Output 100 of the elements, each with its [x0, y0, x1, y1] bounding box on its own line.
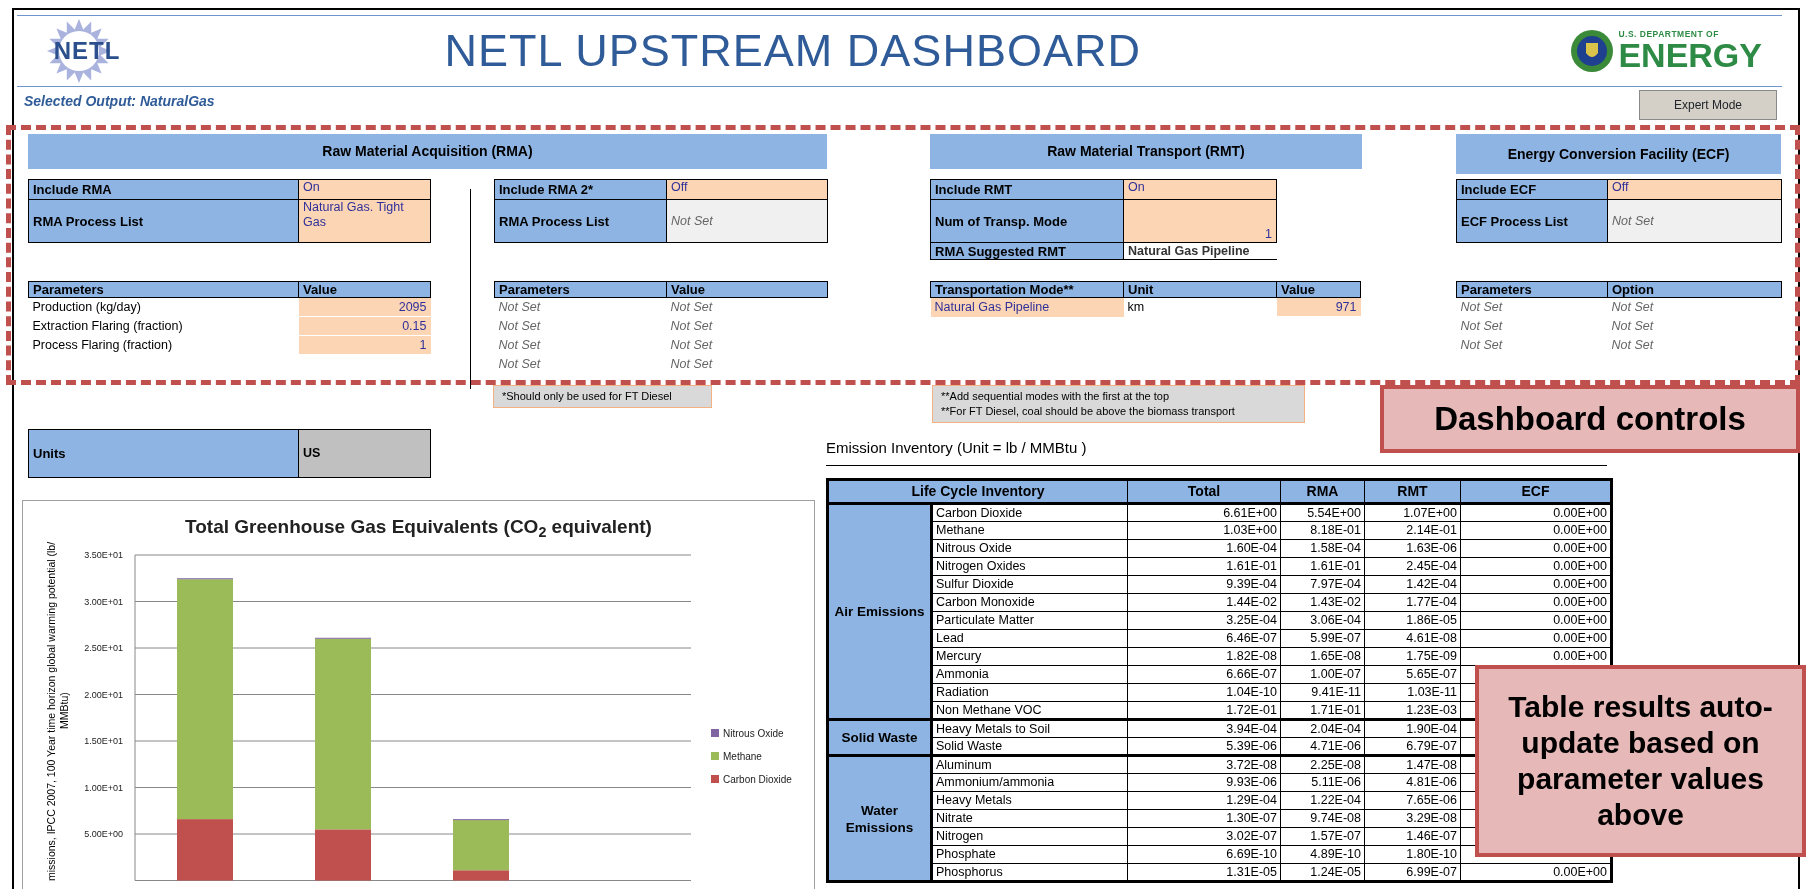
table-cell: 2.25E-08 [1280, 755, 1365, 774]
parameter-label: Not Set [497, 317, 542, 335]
column-header: Option [1607, 281, 1782, 298]
field-label: Include RMT [930, 179, 1124, 200]
table-cell: Particulate Matter [931, 611, 1128, 630]
value-field[interactable]: On [1123, 179, 1277, 200]
table-cell: 3.72E-08 [1127, 755, 1281, 774]
legend-label: Carbon Dioxide [723, 774, 792, 785]
chart-title: Total Greenhouse Gas Equivalents (CO$_{2}$ equivalent) [184, 515, 653, 541]
tick-label: 2.50E+01 [84, 643, 123, 653]
table-cell: 1.42E-04 [1364, 575, 1461, 594]
value-field[interactable]: US [298, 429, 431, 478]
field-label: Include ECF [1456, 179, 1608, 200]
group-label: Air Emissions [827, 503, 932, 720]
unit-text: km [1123, 297, 1277, 317]
note-text: *Should only be used for FT Diesel [502, 389, 673, 404]
table-cell: 6.69E-10 [1127, 845, 1281, 864]
column-header: ECF [1460, 479, 1612, 504]
note-text: **For FT Diesel, coal should be above the biomass transport [941, 404, 1236, 419]
table-cell: 1.86E-05 [1364, 611, 1461, 630]
table-cell: Mercury [931, 647, 1128, 666]
table-cell: 1.80E-10 [1364, 845, 1461, 864]
logo-text: ENERGY [1618, 38, 1762, 73]
value-field[interactable]: Not Set [666, 199, 828, 243]
value-field[interactable]: 1 [298, 335, 431, 355]
field-label: ECF Process List [1456, 199, 1608, 243]
table-cell: Heavy Metals [931, 791, 1128, 810]
parameter-label: Not Set [497, 336, 542, 354]
table-cell: Nitrogen Oxides [931, 557, 1128, 576]
column-header: Value [298, 281, 431, 298]
table-cell: 1.57E-07 [1280, 827, 1365, 846]
column-header: Total [1127, 479, 1281, 504]
table-cell: 1.43E-02 [1280, 593, 1365, 612]
callout: Dashboard controls [1380, 385, 1800, 453]
table-cell: 1.44E-02 [1127, 593, 1281, 612]
table-cell: 3.06E-04 [1280, 611, 1365, 630]
column-header: Unit [1123, 281, 1277, 298]
table-cell: 7.65E-06 [1364, 791, 1461, 810]
parameter-label: Not Set [1459, 317, 1504, 335]
table-cell: 1.07E+00 [1364, 503, 1461, 522]
column-header: RMA [1280, 479, 1365, 504]
table-cell: 1.58E-04 [1280, 539, 1365, 558]
parameter-label: Production (kg/day) [28, 297, 299, 317]
table-cell: Ammonium/ammonia [931, 773, 1128, 792]
table-cell: 4.61E-08 [1364, 629, 1461, 648]
value-field[interactable]: On [298, 179, 431, 200]
axis-title: missions, IPCC 2007, 100 Year time horizon global warming potential (lb/ MMBtu) [45, 541, 71, 881]
value-field[interactable]: 0.15 [298, 316, 431, 336]
value-text: Not Set [666, 297, 828, 317]
table-cell: Lead [931, 629, 1128, 648]
table-cell: Ammonia [931, 665, 1128, 684]
table-cell: 1.77E-04 [1364, 593, 1461, 612]
table-cell: Aluminum [931, 755, 1128, 774]
group-label: Water Emissions [827, 755, 932, 882]
value-text: Not Set [669, 355, 714, 373]
table-cell: Heavy Metals to Soil [931, 719, 1128, 738]
value-text: Not Set [669, 317, 714, 335]
tick-label: 3.50E+01 [84, 550, 123, 560]
table-cell: 9.93E-06 [1127, 773, 1281, 792]
value-field[interactable]: 1 [1123, 199, 1277, 243]
value-field[interactable]: Natural Gas. Tight Gas [298, 199, 431, 243]
table-cell: Phosphate [931, 845, 1128, 864]
table-cell: 1.29E-04 [1127, 791, 1281, 810]
callout: Table results auto-update based on parameter values above [1475, 665, 1806, 857]
page-title: NETL UPSTREAM DASHBOARD [443, 24, 1142, 79]
table-cell: Nitrous Oxide [931, 539, 1128, 558]
field-label: Units [28, 429, 299, 478]
table-cell: 1.30E-07 [1127, 809, 1281, 828]
field-label: RMA Process List [494, 199, 667, 243]
tick-label: 1.00E+01 [84, 782, 123, 793]
value-text: Not Set [1610, 317, 1655, 335]
table-cell: 5.65E-07 [1364, 665, 1461, 684]
expert-mode-button[interactable]: Expert Mode [1639, 90, 1777, 120]
table-cell: 9.74E-08 [1280, 809, 1365, 828]
value-field[interactable]: Off [1607, 179, 1782, 200]
parameter-label: Not Set [1459, 336, 1504, 354]
value-text: Not Set [1610, 336, 1655, 354]
parameter-label: Not Set [497, 355, 542, 373]
table-cell: 3.02E-07 [1127, 827, 1281, 846]
table-cell: 1.60E-04 [1127, 539, 1281, 558]
table-cell: 6.61E+00 [1127, 503, 1281, 522]
table-cell: Carbon Monoxide [931, 593, 1128, 612]
legend-label: Nitrous Oxide [723, 728, 784, 739]
seal-icon [1570, 29, 1615, 73]
table-cell: Nitrogen [931, 827, 1128, 846]
table-cell: 3.94E-04 [1127, 719, 1281, 738]
column-header: Value [666, 281, 828, 298]
table-cell: 9.41E-11 [1280, 683, 1365, 702]
section-header: Raw Material Transport (RMT) [930, 134, 1362, 169]
table-cell: 8.18E-01 [1280, 521, 1365, 540]
table-cell: 2.14E-01 [1364, 521, 1461, 540]
field-label: Include RMA 2* [494, 179, 667, 200]
table-cell: 5.54E+00 [1280, 503, 1365, 522]
legend-label: Methane [723, 751, 762, 762]
table-cell: 2.45E-04 [1364, 557, 1461, 576]
logo-text: NETL [53, 36, 121, 66]
column-header: Parameters [494, 281, 667, 298]
value-field[interactable]: Not Set [1607, 199, 1782, 243]
table-cell: 6.66E-07 [1127, 665, 1281, 684]
value-field[interactable]: Off [666, 179, 828, 200]
